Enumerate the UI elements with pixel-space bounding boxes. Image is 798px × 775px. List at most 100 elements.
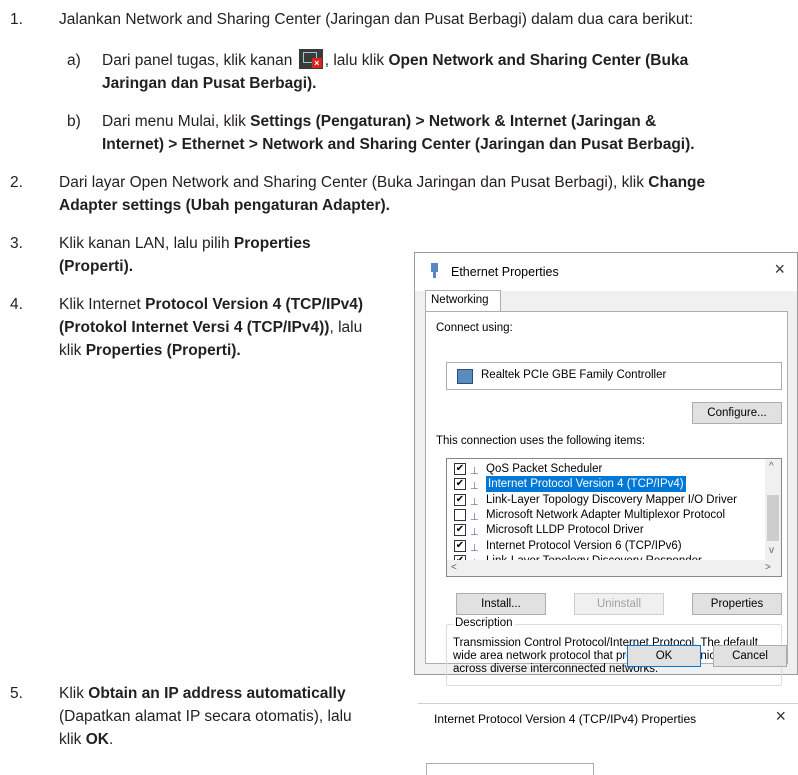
step-text: Klik kanan LAN, lalu pilih Properties — [59, 232, 311, 255]
tab-networking[interactable]: Networking — [425, 290, 501, 312]
step-text: Jalankan Network and Sharing Center (Jar… — [59, 11, 694, 28]
dialog-titlebar[interactable]: Ethernet Properties × — [415, 253, 797, 291]
protocol-icon: ⊥ — [470, 481, 479, 493]
step-text-line2: Jaringan dan Pusat Berbagi). — [102, 72, 316, 95]
step-text-line2: Adapter settings (Ubah pengaturan Adapte… — [59, 194, 390, 217]
step-number: 5. — [10, 685, 23, 702]
checkbox[interactable]: ✔ — [454, 524, 466, 537]
list-item-label: Internet Protocol Version 6 (TCP/IPv6) — [486, 539, 682, 552]
step-text: Klik Obtain an IP address automatically — [59, 682, 346, 705]
list-item-label: Microsoft Network Adapter Multiplexor Pr… — [486, 508, 726, 521]
scroll-up-icon[interactable]: ^ — [769, 461, 774, 472]
step-bold-text: Properties (Properti). — [85, 342, 241, 359]
step-letter: b) — [67, 113, 81, 130]
adapter-field: Realtek PCIe GBE Family Controller — [446, 362, 782, 390]
step-text-part: Klik Internet — [59, 296, 146, 313]
horizontal-scrollbar[interactable]: < > — [447, 560, 781, 576]
list-item-label: Link-Layer Topology Discovery Mapper I/O… — [486, 493, 737, 506]
step-text-line3: klik Properties (Properti). — [59, 339, 241, 362]
list-item-label: Internet Protocol Version 4 (TCP/IPv4) — [486, 476, 686, 493]
uninstall-button[interactable]: Uninstall — [574, 593, 664, 615]
ethernet-properties-dialog: Ethernet Properties × Networking Connect… — [414, 252, 798, 686]
ipv4-properties-dialog: Internet Protocol Version 4 (TCP/IPv4) P… — [418, 703, 798, 775]
service-icon: ⊥ — [470, 466, 479, 477]
step-bold-text: Open Network and Sharing Center (Buka — [388, 52, 689, 69]
configure-button[interactable]: Configure... — [692, 402, 782, 424]
list-item[interactable]: ✔ ⊥ Internet Protocol Version 6 (TCP/IPv6) — [450, 538, 760, 554]
step-text-line2: (Properti). — [59, 255, 133, 278]
protocol-icon: ⊥ — [470, 511, 479, 523]
step-text-part: Klik — [59, 685, 89, 702]
adapter-name: Realtek PCIe GBE Family Controller — [481, 369, 667, 381]
step-text-line2: (Protokol Internet Versi 4 (TCP/IPv4)), … — [59, 316, 362, 339]
step-text: Dari menu Mulai, klik Settings (Pengatur… — [102, 110, 656, 133]
step-number: 2. — [10, 174, 23, 191]
install-button[interactable]: Install... — [456, 593, 546, 615]
step-text-part: Dari layar Open Network and Sharing Cent… — [59, 174, 649, 191]
step-text: Klik Internet Protocol Version 4 (TCP/IP… — [59, 293, 363, 316]
close-icon[interactable]: × — [775, 706, 786, 727]
step-bold-text: Protocol Version 4 (TCP/IPv4) — [145, 296, 364, 313]
step-text: Dari panel tugas, klik kanan ×, lalu kli… — [102, 49, 688, 72]
step-number: 1. — [10, 11, 23, 28]
items-label: This connection uses the following items… — [436, 435, 646, 447]
list-item[interactable]: ✔ ⊥ Microsoft LLDP Protocol Driver — [450, 522, 760, 538]
step-bold-text: OK — [85, 731, 109, 748]
list-item-label: QoS Packet Scheduler — [486, 463, 603, 475]
step-text-part: . — [108, 731, 114, 748]
close-icon[interactable]: × — [774, 259, 785, 280]
cancel-button[interactable]: Cancel — [713, 645, 787, 667]
scroll-right-icon[interactable]: > — [765, 562, 771, 573]
step-bold-text: Properties — [233, 235, 311, 252]
connect-using-label: Connect using: — [436, 322, 513, 334]
list-item[interactable]: ✔ ⊥ QoS Packet Scheduler — [450, 461, 760, 477]
step-text-line3: klik OK. — [59, 728, 113, 751]
vertical-scrollbar[interactable]: ^ v — [765, 459, 781, 560]
items-list[interactable]: ✔⊥Link-Layer Topology Discovery Responde… — [446, 458, 782, 577]
step-text-part: klik — [59, 342, 86, 359]
step-bold-text: Jaringan dan Pusat Berbagi). — [102, 75, 317, 92]
list-item[interactable]: ⊥ Microsoft Network Adapter Multiplexor P… — [450, 507, 760, 523]
network-tray-icon: × — [298, 49, 323, 69]
step-bold-text: Settings (Pengaturan) > Network & Intern… — [250, 113, 657, 130]
step-bold-text: (Protokol Internet Versi 4 (TCP/IPv4)) — [59, 319, 330, 336]
checkbox[interactable] — [454, 508, 466, 521]
step-text-part: , lalu — [329, 319, 363, 336]
list-item[interactable]: ✔ ⊥ Internet Protocol Version 4 (TCP/IPv4) — [450, 476, 760, 493]
properties-button[interactable]: Properties — [692, 593, 782, 615]
step-text: Dari layar Open Network and Sharing Cent… — [59, 171, 705, 194]
protocol-icon: ⊥ — [470, 496, 479, 508]
protocol-icon: ⊥ — [470, 527, 479, 539]
networking-panel: Connect using: Realtek PCIe GBE Family C… — [425, 311, 788, 686]
step-text-line2: (Dapatkan alamat IP secara otomatis), la… — [59, 708, 352, 725]
dialog-title: Internet Protocol Version 4 (TCP/IPv4) P… — [434, 712, 697, 726]
list-item[interactable]: ✔ ⊥ Link-Layer Topology Discovery Mapper I… — [450, 492, 760, 508]
checkbox[interactable]: ✔ — [454, 478, 466, 491]
scroll-down-icon[interactable]: v — [769, 545, 774, 556]
step-text-part: Klik kanan LAN, lalu pilih — [59, 235, 234, 252]
step-text-line2: Internet) > Ethernet > Network and Shari… — [102, 133, 695, 156]
step-text-part: Dari panel tugas, klik kanan — [102, 52, 293, 69]
scroll-left-icon[interactable]: < — [451, 562, 457, 573]
step-number: 3. — [10, 235, 23, 252]
step-number: 4. — [10, 296, 23, 313]
checkbox[interactable]: ✔ — [454, 493, 466, 506]
description-legend: Description — [453, 617, 515, 629]
step-bold-text: (Properti). — [59, 258, 134, 275]
list-item-label: Microsoft LLDP Protocol Driver — [486, 524, 644, 537]
ethernet-icon — [431, 263, 438, 278]
step-text-part: Dari menu Mulai, klik — [102, 113, 251, 130]
step-letter: a) — [67, 52, 81, 69]
step-bold-text: Adapter settings (Ubah pengaturan Adapte… — [59, 197, 390, 214]
protocol-icon: ⊥ — [470, 542, 479, 554]
scroll-thumb[interactable] — [767, 495, 779, 541]
checkbox[interactable]: ✔ — [454, 539, 466, 552]
ok-button[interactable]: OK — [627, 645, 701, 667]
checkbox[interactable]: ✔ — [454, 463, 466, 475]
tab-general[interactable] — [426, 763, 594, 775]
step-bold-text: Obtain an IP address automatically — [88, 685, 346, 702]
step-bold-text: Change — [648, 174, 706, 191]
network-adapter-icon — [457, 369, 473, 384]
step-text-part: , lalu klik — [324, 52, 389, 69]
step-bold-text: Internet) > Ethernet > Network and Shari… — [102, 136, 695, 153]
